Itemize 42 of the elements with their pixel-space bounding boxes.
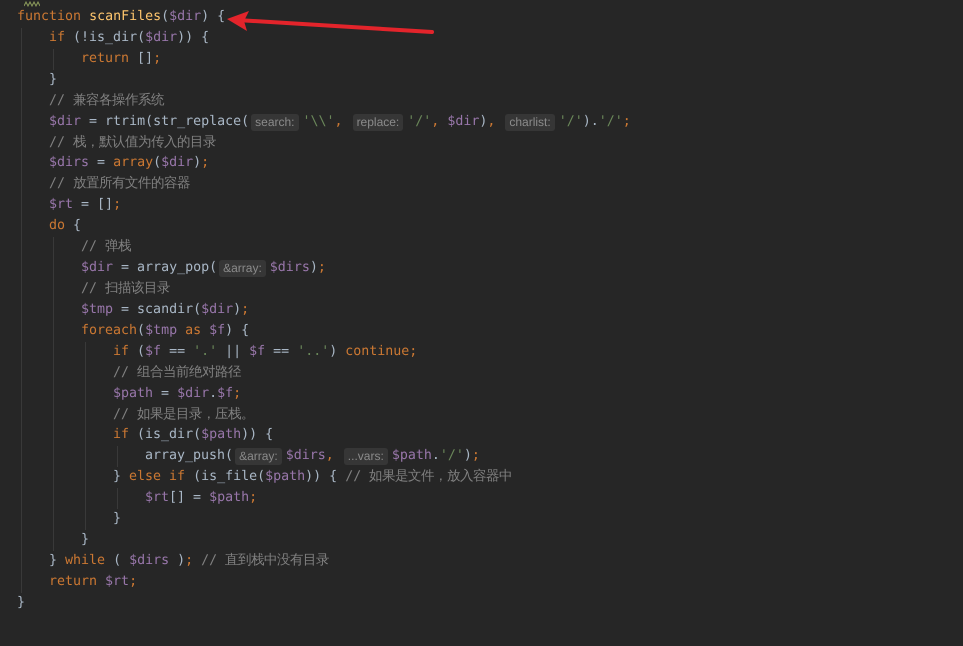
- code-text: $dirs);: [270, 259, 326, 278]
- parameter-hint: charlist:: [505, 114, 555, 131]
- code-comment: // 组合当前绝对路径: [113, 364, 242, 382]
- code-text: }: [113, 510, 122, 528]
- parameter-hint: &array:: [219, 260, 266, 278]
- code-comment: // 栈，默认值为传入的目录: [49, 134, 216, 152]
- code-text: array_push(: [145, 447, 234, 466]
- code-comment: // 弹栈: [81, 238, 132, 256]
- code-comment: // 扫描该目录: [81, 280, 170, 298]
- code-text: $dir = array_pop(: [81, 259, 218, 278]
- code-text: $dir = rtrim(str_replace(: [49, 112, 250, 131]
- code-comment: // 如果是目录，压栈。: [113, 406, 254, 424]
- code-text: $rt[] = $path;: [145, 489, 258, 508]
- parameter-hint: replace:: [352, 114, 404, 131]
- code-text: }: [17, 594, 26, 612]
- code-text: } while ( $dirs ); // 直到栈中没有目录: [49, 552, 330, 570]
- parameter-hint: search:: [251, 114, 299, 131]
- code-text: $tmp = scandir($dir);: [81, 300, 250, 319]
- code-text: function scanFiles($dir) {: [17, 8, 226, 26]
- parameter-hint: &array:: [235, 448, 282, 466]
- code-text: } else if (is_file($path)) { // 如果是文件，放入容器中: [113, 468, 512, 486]
- code-comment: // 放置所有文件的容器: [49, 174, 190, 194]
- code-text: $dirs = array($dir);: [49, 154, 210, 172]
- code-text: '/', $dir),: [407, 112, 496, 131]
- code-comment: // 兼容各操作系统: [49, 92, 164, 110]
- code-text: '/').'/';: [558, 112, 631, 131]
- code-text: '\\',: [302, 112, 344, 131]
- code-text: do {: [49, 217, 82, 236]
- code-text: return [];: [81, 50, 162, 68]
- code-text: $path.'/');: [392, 447, 480, 466]
- code-text: if ($f == '.' || $f == '..') continue;: [113, 342, 418, 361]
- code-text: }: [49, 70, 58, 89]
- parameter-hint: ...vars:: [344, 448, 388, 466]
- code-text: if (is_dir($path)) {: [113, 426, 274, 444]
- code-text: $path = $dir.$f;: [113, 384, 242, 403]
- code-text: foreach($tmp as $f) {: [81, 322, 250, 340]
- code-text: }: [81, 531, 90, 550]
- code-text: $dirs,: [286, 447, 335, 466]
- warning-squiggle-icon: [24, 1, 40, 7]
- code-text: if (!is_dir($dir)) {: [49, 28, 210, 47]
- code-text: return $rt;: [49, 572, 138, 591]
- code-text: $rt = [];: [49, 196, 122, 214]
